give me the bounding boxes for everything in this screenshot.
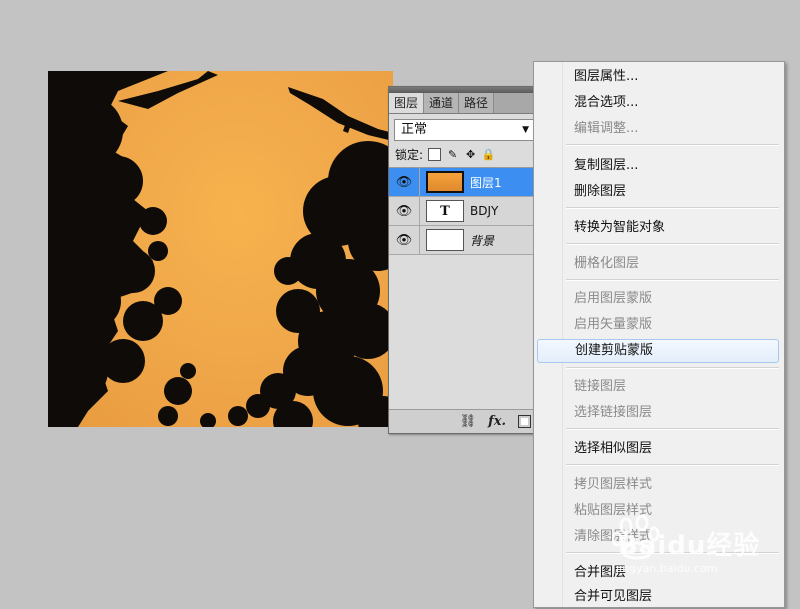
menu-separator bbox=[566, 464, 779, 466]
menu-item-blending-options[interactable]: 混合选项... bbox=[537, 91, 779, 115]
visibility-toggle[interactable]: 👁 bbox=[389, 168, 420, 196]
text-layer-thumbnail: T bbox=[426, 200, 464, 222]
lock-position-icon[interactable]: ✥ bbox=[464, 148, 477, 161]
menu-separator bbox=[566, 207, 779, 209]
eye-icon: 👁 bbox=[395, 174, 413, 190]
document-canvas[interactable] bbox=[48, 71, 393, 427]
layer-name: 背景 bbox=[470, 233, 495, 248]
layer-row-layer1[interactable]: 👁 图层1 bbox=[389, 168, 539, 197]
menu-separator bbox=[566, 243, 779, 245]
menu-separator bbox=[566, 279, 779, 281]
menu-item-create-clipping-mask[interactable]: 创建剪贴蒙版 bbox=[537, 339, 779, 363]
menu-item-select-similar-layers[interactable]: 选择相似图层 bbox=[537, 437, 779, 461]
menu-item-convert-smart-object[interactable]: 转换为智能对象 bbox=[537, 216, 779, 240]
layer-thumbnail bbox=[426, 229, 464, 251]
visibility-toggle[interactable]: 👁 bbox=[389, 226, 420, 254]
layer-row-background[interactable]: 👁 背景 bbox=[389, 226, 539, 255]
watermark-text: Baidu经验 bbox=[618, 531, 761, 561]
tab-channels[interactable]: 通道 bbox=[424, 93, 460, 113]
menu-item-duplicate-layer[interactable]: 复制图层... bbox=[537, 154, 779, 178]
menu-separator bbox=[566, 367, 779, 369]
lock-brush-icon[interactable]: ✎ bbox=[446, 148, 459, 161]
layers-panel: 图层 通道 路径 正常 ▼ 锁定: ✎ ✥ 🔒 👁 图层1 👁 T BDJY 👁… bbox=[388, 86, 540, 434]
fx-icon[interactable]: fx. bbox=[488, 414, 506, 429]
menu-separator bbox=[566, 428, 779, 430]
menu-item-enable-layer-mask[interactable]: 启用图层蒙版 bbox=[537, 287, 779, 311]
layer-thumbnail bbox=[426, 171, 464, 193]
tree-silhouette-image bbox=[48, 71, 393, 427]
menu-item-merge-visible[interactable]: 合并可见图层 bbox=[537, 585, 779, 609]
menu-item-rasterize-layer[interactable]: 栅格化图层 bbox=[537, 252, 779, 276]
menu-item-delete-layer[interactable]: 删除图层 bbox=[537, 180, 779, 204]
baidu-watermark: Baidu经验 jingyan.baidu.com bbox=[612, 512, 792, 582]
tab-paths[interactable]: 路径 bbox=[459, 93, 495, 113]
eye-icon: 👁 bbox=[395, 232, 413, 248]
visibility-toggle[interactable]: 👁 bbox=[389, 197, 420, 225]
panel-footer: ⛓ fx. bbox=[389, 409, 539, 433]
layer-row-bdjy[interactable]: 👁 T BDJY bbox=[389, 197, 539, 226]
lock-row: 锁定: ✎ ✥ 🔒 bbox=[389, 141, 539, 167]
link-icon[interactable]: ⛓ bbox=[460, 414, 477, 429]
lock-all-icon[interactable]: 🔒 bbox=[482, 148, 496, 161]
lock-label: 锁定: bbox=[395, 147, 424, 162]
menu-item-enable-vector-mask[interactable]: 启用矢量蒙版 bbox=[537, 313, 779, 337]
layer-list: 👁 图层1 👁 T BDJY 👁 背景 bbox=[389, 167, 539, 255]
menu-item-layer-properties[interactable]: 图层属性... bbox=[537, 65, 779, 89]
blend-mode-value: 正常 bbox=[401, 122, 428, 137]
tab-layers[interactable]: 图层 bbox=[389, 93, 425, 113]
eye-icon: 👁 bbox=[395, 203, 413, 219]
lock-transparency-icon[interactable] bbox=[428, 147, 442, 161]
panel-tabs: 图层 通道 路径 bbox=[389, 93, 539, 114]
dropdown-arrow-icon: ▼ bbox=[522, 125, 529, 135]
mask-icon[interactable] bbox=[518, 415, 531, 428]
menu-item-select-linked-layers[interactable]: 选择链接图层 bbox=[537, 401, 779, 425]
blend-mode-select[interactable]: 正常 ▼ bbox=[394, 119, 534, 141]
menu-item-edit-adjustment[interactable]: 编辑调整... bbox=[537, 117, 779, 141]
menu-separator bbox=[566, 144, 779, 146]
layer-name: BDJY bbox=[470, 204, 499, 218]
menu-item-link-layers[interactable]: 链接图层 bbox=[537, 375, 779, 399]
menu-item-copy-layer-style[interactable]: 拷贝图层样式 bbox=[537, 473, 779, 497]
layer-name: 图层1 bbox=[470, 175, 502, 190]
watermark-url: jingyan.baidu.com bbox=[616, 562, 718, 575]
